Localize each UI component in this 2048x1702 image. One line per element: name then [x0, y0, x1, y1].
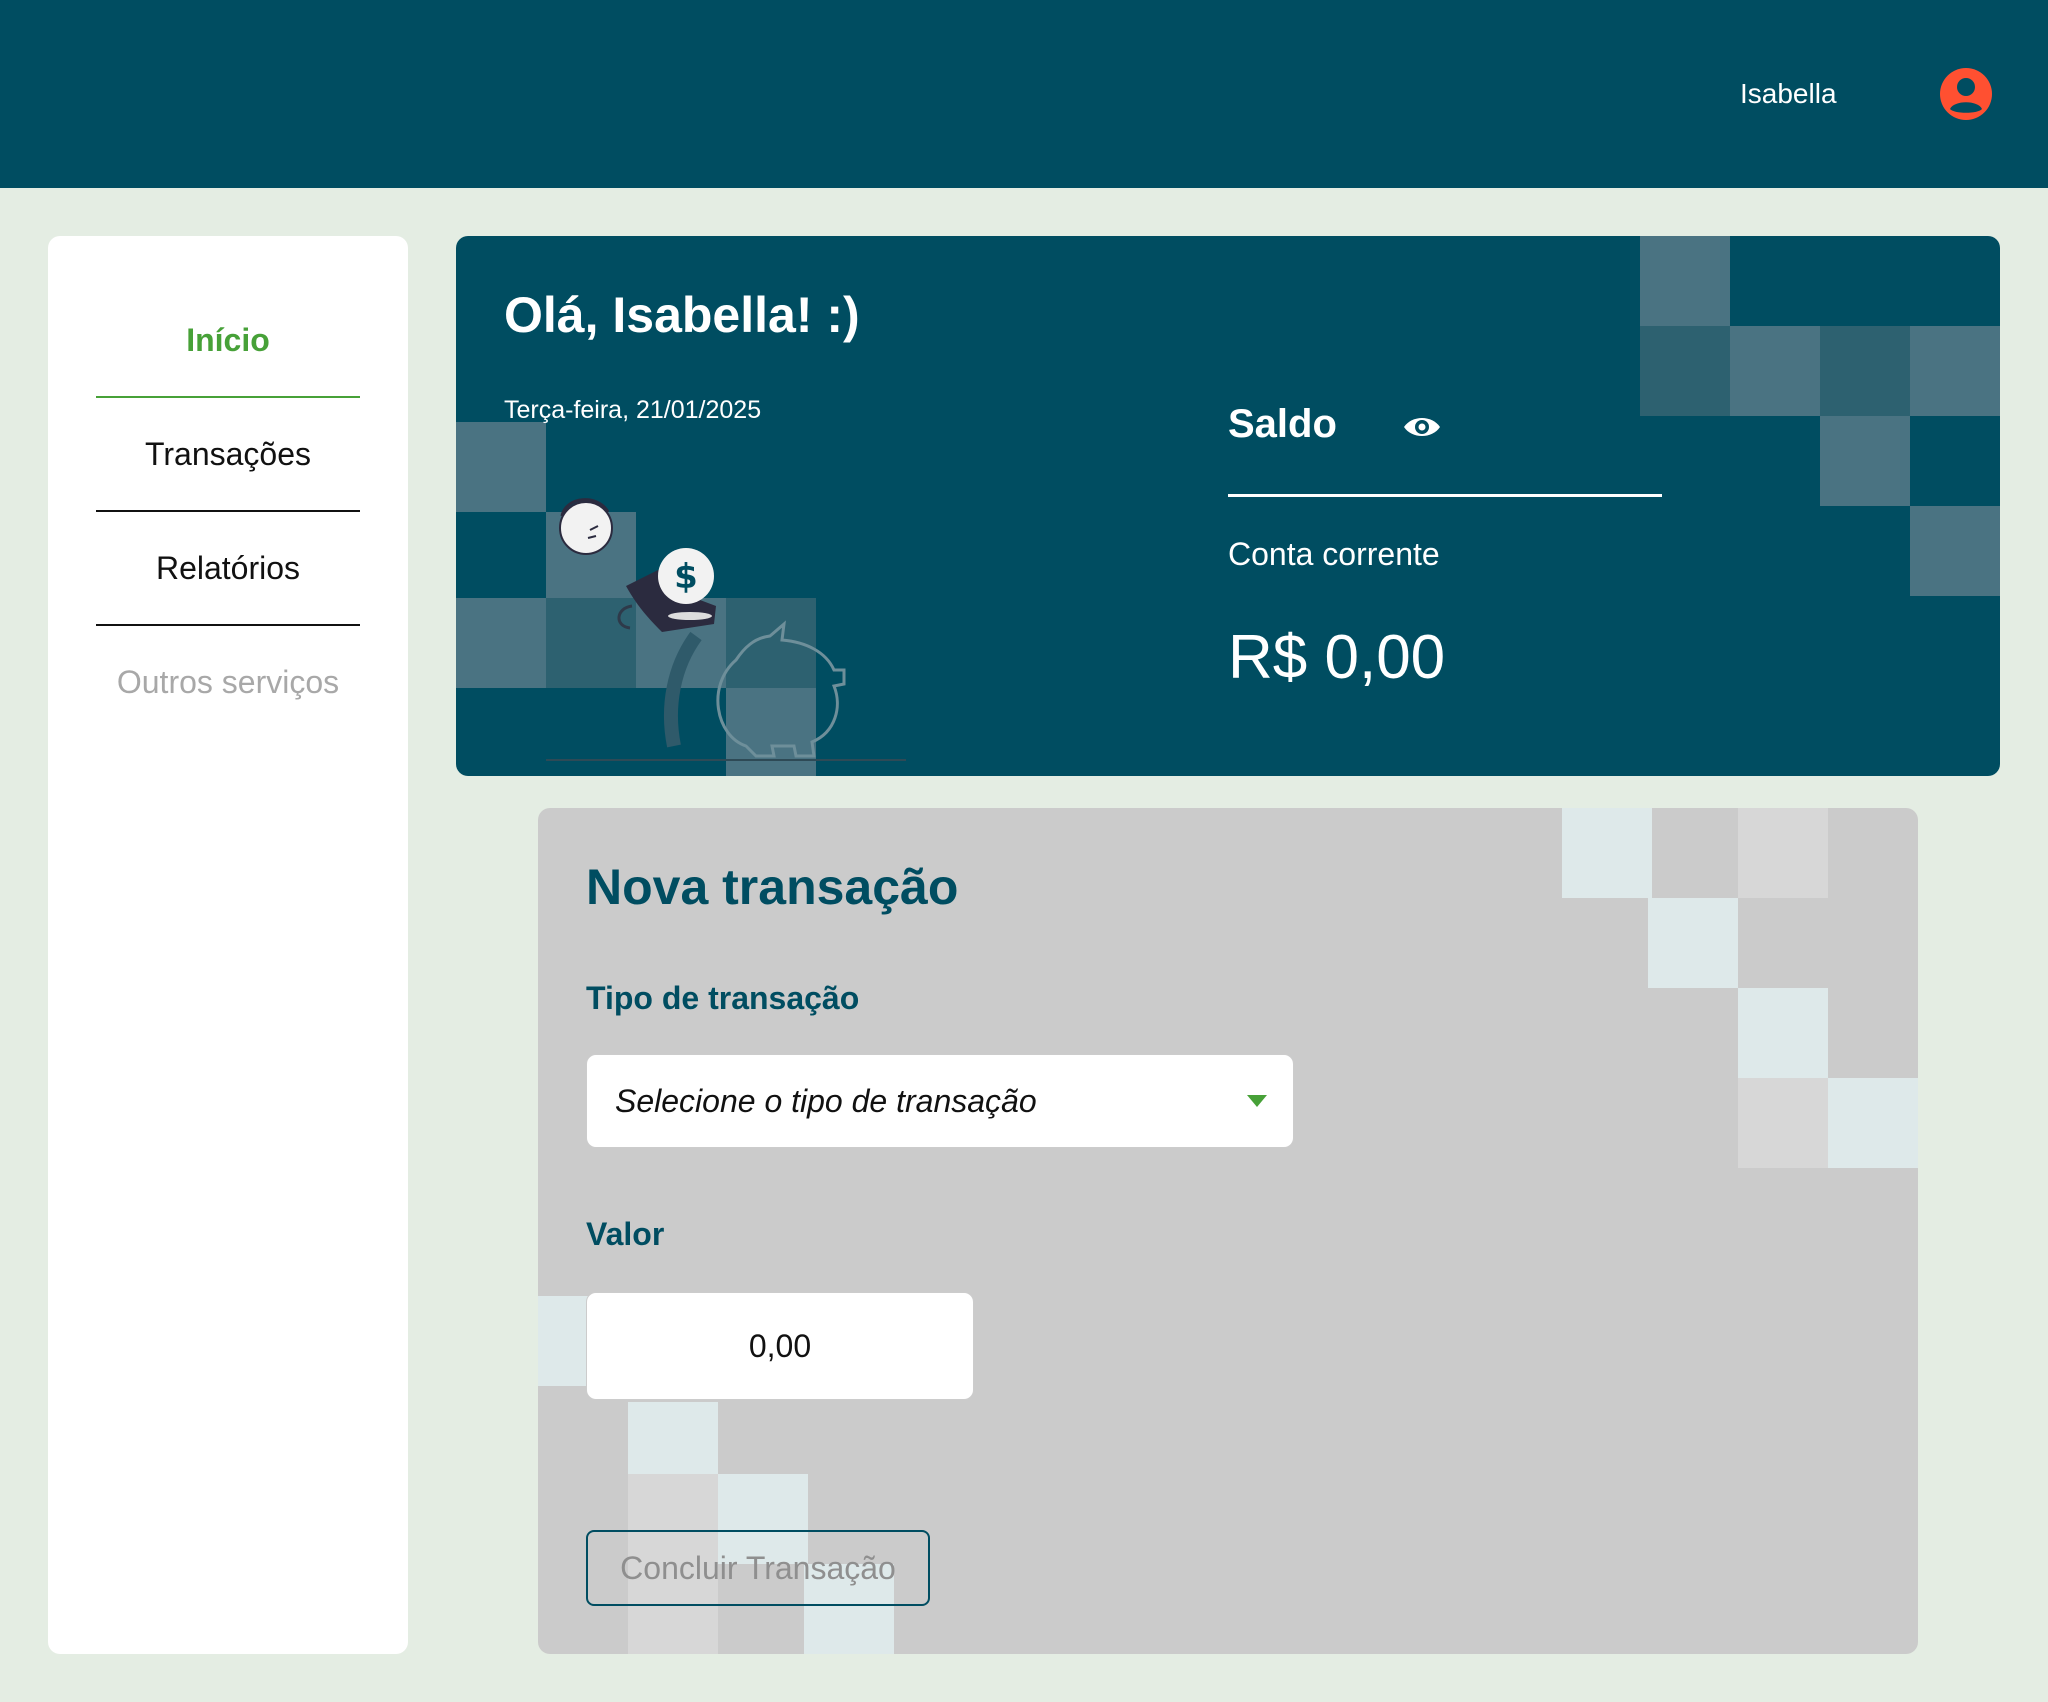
account-type-label: Conta corrente [1228, 536, 1440, 572]
decor-pixel [1730, 326, 1820, 416]
person-with-piggy-bank-illustration: $ [546, 498, 906, 761]
user-name: Isabella [1740, 78, 1837, 109]
saldo-divider [1228, 494, 1662, 497]
sidebar-nav: Início Transações Relatórios Outros serv… [48, 236, 408, 1654]
sidebar-item-transacoes[interactable]: Transações [96, 436, 360, 473]
new-transaction-card: Nova transação Tipo de transação Selecio… [538, 808, 1918, 1654]
sidebar-item-outros-servicos[interactable]: Outros serviços [96, 664, 360, 701]
eye-icon[interactable] [1402, 412, 1442, 442]
decor-pixel [1738, 1078, 1828, 1168]
decor-pixel [1640, 236, 1730, 326]
chevron-down-icon [1247, 1095, 1267, 1107]
transaction-type-placeholder: Selecione o tipo de transação [615, 1083, 1037, 1119]
decor-pixel [1820, 416, 1910, 506]
transaction-type-label: Tipo de transação [586, 980, 860, 1016]
saldo-label: Saldo [1228, 402, 1337, 446]
decor-pixel [1828, 1078, 1918, 1168]
decor-pixel [1562, 808, 1652, 898]
transaction-type-select[interactable]: Selecione o tipo de transação [586, 1054, 1294, 1148]
svg-text:$: $ [674, 557, 698, 597]
decor-pixel [1820, 326, 1910, 416]
decor-pixel [1640, 326, 1730, 416]
value-input[interactable] [586, 1292, 974, 1400]
decor-pixel [1738, 988, 1828, 1078]
decor-pixel [1910, 506, 2000, 596]
decor-pixel [1648, 898, 1738, 988]
account-balance-value: R$ 0,00 [1228, 623, 1446, 692]
top-bar: Isabella [0, 0, 2048, 188]
submit-transaction-button[interactable]: Concluir Transação [586, 1530, 930, 1606]
current-date: Terça-feira, 21/01/2025 [504, 396, 762, 424]
value-label: Valor [586, 1216, 665, 1252]
sidebar-item-inicio[interactable]: Início [96, 322, 360, 359]
user-circle-icon[interactable] [1938, 66, 1994, 122]
nav-divider [96, 624, 360, 626]
decor-pixel [456, 422, 546, 512]
balance-card: Olá, Isabella! :) Terça-feira, 21/01/202… [456, 236, 2000, 776]
decor-pixel [456, 598, 546, 688]
greeting-title: Olá, Isabella! :) [504, 287, 860, 343]
decor-pixel [1910, 326, 2000, 416]
new-transaction-title: Nova transação [586, 859, 959, 915]
decor-pixel [1738, 808, 1828, 898]
nav-divider [96, 510, 360, 512]
sidebar-item-relatorios[interactable]: Relatórios [96, 550, 360, 587]
nav-divider [96, 396, 360, 398]
